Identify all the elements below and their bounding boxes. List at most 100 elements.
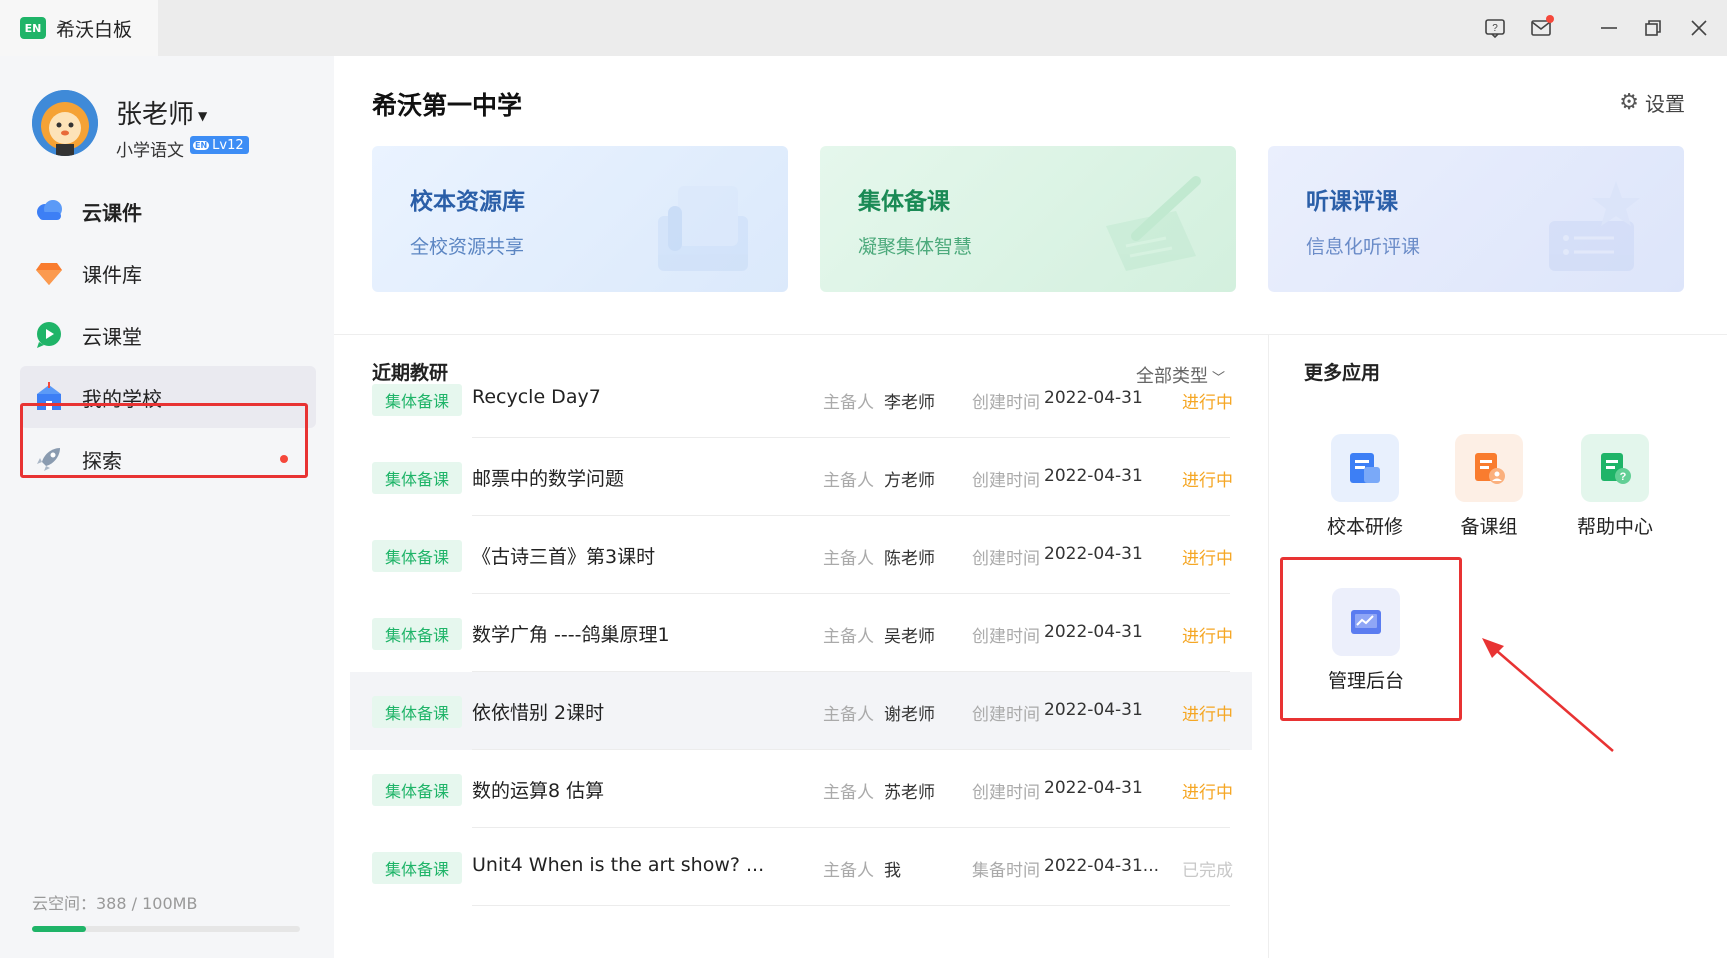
row-time-key: 创建时间 [972, 627, 1040, 647]
folder-deco-icon [658, 186, 748, 271]
table-row[interactable]: 集体备课 Recycle Day7 主备人 李老师 创建时间 2022-04-31 进行中 [350, 360, 1252, 438]
help-icon[interactable]: ? [1480, 14, 1510, 42]
row-time-key: 创建时间 [972, 471, 1040, 491]
app-title: 希沃白板 [56, 18, 133, 41]
table-row[interactable]: 集体备课 邮票中的数学问题 主备人 方老师 创建时间 2022-04-31 进行中 [350, 438, 1252, 516]
nav-item-explore[interactable]: 探索 [20, 428, 316, 490]
row-status: 进行中 [1182, 549, 1233, 569]
row-owner: 方老师 [884, 471, 935, 491]
close-icon[interactable] [1684, 14, 1714, 42]
nav-item-courseware-library[interactable]: 课件库 [20, 242, 316, 304]
app-school-training[interactable]: 校本研修 [1310, 434, 1420, 539]
star-board-deco-icon [1549, 181, 1640, 271]
row-title: Recycle Day7 [472, 386, 601, 408]
table-row[interactable]: 集体备课 《古诗三首》第3课时 主备人 陈老师 创建时间 2022-04-31 进行中 [350, 516, 1252, 594]
nav-label: 云课堂 [82, 324, 142, 349]
row-owner-key: 主备人 [823, 393, 874, 413]
nav-label: 我的学校 [82, 386, 162, 411]
notification-dot [280, 455, 288, 463]
settings-button[interactable]: ⚙ 设置 [1619, 88, 1685, 117]
row-owner: 谢老师 [884, 705, 935, 725]
app-label: 帮助中心 [1576, 516, 1653, 538]
storage-progress [32, 926, 300, 932]
row-time-key: 创建时间 [972, 393, 1040, 413]
nav-item-cloud-courseware[interactable]: 云课件 [20, 180, 316, 242]
page-title: 希沃第一中学 [372, 91, 523, 120]
mail-icon[interactable] [1526, 14, 1556, 42]
row-time-key: 集备时间 [972, 861, 1040, 881]
row-owner-key: 主备人 [823, 627, 874, 647]
rocket-icon [34, 444, 64, 474]
row-tag: 集体备课 [372, 852, 462, 884]
row-time-key: 创建时间 [972, 549, 1040, 569]
level-badge: EN Lv12 [190, 136, 249, 154]
caret-down-icon: ▼ [198, 108, 208, 123]
row-tag: 集体备课 [372, 696, 462, 728]
card-group-lesson-prep[interactable]: 集体备课 凝聚集体智慧 [820, 146, 1236, 292]
row-tag: 集体备课 [372, 774, 462, 806]
table-row[interactable]: 集体备课 数的运算8 估算 主备人 苏老师 创建时间 2022-04-31 进行中 [350, 750, 1252, 828]
row-status: 进行中 [1182, 783, 1233, 803]
app-logo: EN [20, 17, 46, 39]
row-title: 数的运算8 估算 [472, 780, 605, 802]
row-owner: 吴老师 [884, 627, 935, 647]
row-status: 进行中 [1182, 705, 1233, 725]
table-row[interactable]: 集体备课 依依惜别 2课时 主备人 谢老师 创建时间 2022-04-31 进行中 [350, 672, 1252, 750]
row-title: 邮票中的数学问题 [472, 468, 625, 490]
svg-text:?: ? [1620, 471, 1627, 483]
app-label: 备课组 [1460, 516, 1518, 538]
row-owner: 陈老师 [884, 549, 935, 569]
minimize-icon[interactable] [1594, 14, 1624, 42]
more-apps-title: 更多应用 [1304, 362, 1381, 384]
user-subject: 小学语文 [116, 141, 184, 161]
row-time-key: 创建时间 [972, 705, 1040, 725]
row-time: 2022-04-31... [1044, 856, 1160, 876]
storage-text: 云空间：388 / 100MB [32, 894, 198, 913]
app-label: 校本研修 [1326, 516, 1403, 538]
sidebar: 张老师 ▼ 小学语文 EN Lv12 云课件 课件库 云课堂 我的学校 探索 云空间… [0, 56, 334, 958]
nav-label: 探索 [82, 448, 122, 473]
row-title: 《古诗三首》第3课时 [472, 546, 656, 568]
row-status: 进行中 [1182, 393, 1233, 413]
avatar[interactable] [32, 90, 98, 156]
title-bar: EN 希沃白板 ? [0, 0, 1727, 56]
nav-label: 课件库 [82, 262, 142, 287]
row-time: 2022-04-31 [1044, 700, 1143, 720]
play-bubble-icon [34, 320, 64, 350]
row-owner-key: 主备人 [823, 549, 874, 569]
app-admin-backend[interactable]: 管理后台 [1311, 588, 1421, 693]
gear-icon: ⚙ [1619, 90, 1639, 115]
pen-paper-deco-icon [1106, 176, 1201, 271]
row-time: 2022-04-31 [1044, 466, 1143, 486]
nav-item-my-school[interactable]: 我的学校 [20, 366, 316, 428]
row-owner: 李老师 [884, 393, 935, 413]
app-tab[interactable]: EN 希沃白板 [0, 0, 158, 56]
card-lesson-evaluation[interactable]: 听课评课 信息化听评课 [1268, 146, 1684, 292]
restore-icon[interactable] [1638, 14, 1668, 42]
row-owner-key: 主备人 [823, 705, 874, 725]
column-divider [1268, 334, 1269, 958]
prep-group-icon [1455, 434, 1523, 502]
row-owner-key: 主备人 [823, 471, 874, 491]
app-prep-group[interactable]: 备课组 [1434, 434, 1544, 539]
training-doc-icon [1331, 434, 1399, 502]
row-tag: 集体备课 [372, 384, 462, 416]
row-time: 2022-04-31 [1044, 622, 1143, 642]
row-status: 进行中 [1182, 471, 1233, 491]
row-tag: 集体备课 [372, 618, 462, 650]
table-row[interactable]: 集体备课 Unit4 When is the art show? ... 主备人我 集… [350, 828, 1252, 906]
row-owner-key: 主备人 [823, 783, 874, 803]
nav-item-cloud-classroom[interactable]: 云课堂 [20, 304, 316, 366]
mail-unread-dot [1546, 15, 1554, 23]
card-school-resources[interactable]: 校本资源库 全校资源共享 [372, 146, 788, 292]
svg-text:?: ? [1492, 23, 1498, 34]
table-row[interactable]: 集体备课 数学广角 ----鸽巢原理1 主备人 吴老师 创建时间 2022-04-31 进行… [350, 594, 1252, 672]
user-name[interactable]: 张老师 ▼ [116, 94, 207, 131]
row-tag: 集体备课 [372, 540, 462, 572]
app-help-center[interactable]: ? 帮助中心 [1560, 434, 1670, 539]
row-owner-key: 主备人 [823, 861, 874, 881]
row-time: 2022-04-31 [1044, 388, 1143, 408]
row-owner: 我 [884, 861, 901, 881]
cloud-icon [34, 196, 64, 226]
storage-progress-fill [32, 926, 86, 932]
